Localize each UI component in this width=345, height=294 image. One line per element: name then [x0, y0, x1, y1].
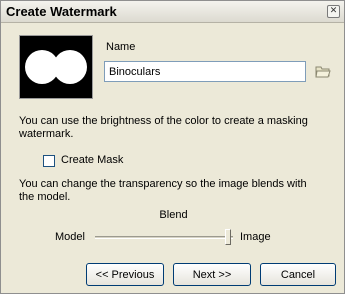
close-button[interactable]: ✕ — [327, 5, 340, 18]
folder-open-icon[interactable] — [314, 62, 332, 80]
next-button[interactable]: Next >> — [173, 263, 251, 286]
binoculars-preview-icon — [20, 36, 92, 98]
blend-label: Blend — [159, 209, 188, 221]
blend-description: You can change the transparency so the i… — [19, 178, 307, 203]
title-bar[interactable]: Create Watermark ✕ — [1, 1, 344, 23]
previous-button[interactable]: << Previous — [86, 263, 164, 286]
name-input[interactable] — [104, 61, 306, 82]
slider-min-label: Model — [55, 231, 85, 243]
name-label: Name — [106, 41, 136, 53]
blend-slider-track[interactable] — [95, 236, 233, 239]
mask-description: You can use the brightness of the color … — [19, 115, 308, 140]
create-watermark-dialog: Create Watermark ✕ Name You can use the … — [0, 0, 345, 294]
create-mask-label[interactable]: Create Mask — [61, 154, 123, 166]
close-icon: ✕ — [329, 6, 338, 16]
watermark-preview — [19, 35, 93, 99]
create-mask-checkbox[interactable] — [43, 155, 55, 167]
dialog-title: Create Watermark — [6, 4, 117, 19]
cancel-button[interactable]: Cancel — [260, 263, 336, 286]
blend-slider-thumb[interactable] — [225, 229, 231, 245]
slider-max-label: Image — [240, 231, 271, 243]
